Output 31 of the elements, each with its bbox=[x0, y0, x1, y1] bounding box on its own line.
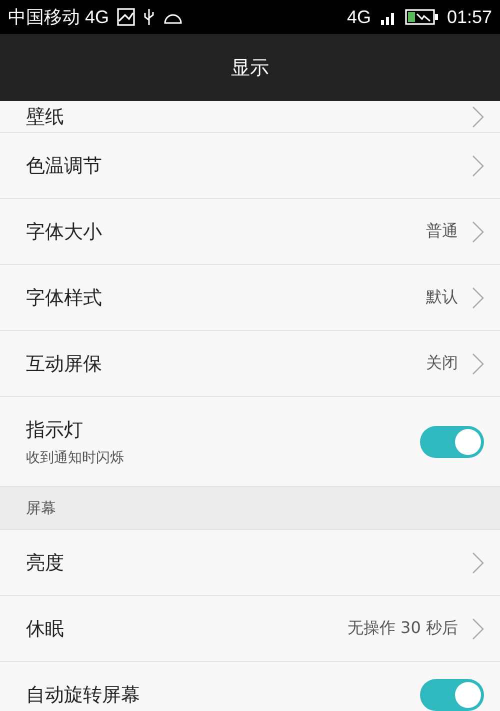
battery-icon bbox=[404, 8, 439, 26]
toggle-switch[interactable] bbox=[420, 678, 484, 710]
clock-text: 01:57 bbox=[446, 6, 492, 28]
network-text: 4G bbox=[346, 6, 371, 28]
chevron-icon bbox=[472, 220, 484, 242]
row-label: 休眠 bbox=[26, 616, 64, 642]
chevron-icon bbox=[472, 286, 484, 308]
row-label: 指示灯 bbox=[26, 418, 84, 442]
section-label: 屏幕 bbox=[26, 498, 56, 518]
row-label: 互动屏保 bbox=[26, 352, 102, 376]
row-value: 普通 bbox=[426, 221, 458, 242]
row-value: 关闭 bbox=[426, 353, 458, 374]
page-title: 显示 bbox=[231, 56, 269, 80]
image-icon bbox=[117, 8, 136, 26]
chevron-icon bbox=[472, 618, 484, 640]
chevron-icon bbox=[472, 154, 484, 176]
row-value: 无操作 30 秒后 bbox=[347, 618, 458, 639]
row-label: 自动旋转屏幕 bbox=[26, 682, 140, 708]
chevron-icon bbox=[472, 552, 484, 574]
row-label: 字体大小 bbox=[26, 220, 102, 244]
carrier-text: 中国移动 4G bbox=[8, 6, 110, 29]
chevron-icon bbox=[472, 106, 484, 128]
row-value: 默认 bbox=[426, 287, 458, 308]
row-label: 亮度 bbox=[26, 550, 64, 576]
toggle-switch[interactable] bbox=[420, 426, 484, 458]
usb-icon bbox=[143, 8, 156, 26]
row-label: 色温调节 bbox=[26, 154, 102, 178]
row-label: 壁纸 bbox=[26, 104, 64, 130]
row-label: 字体样式 bbox=[26, 286, 102, 310]
chevron-icon bbox=[472, 352, 484, 374]
row-subtitle: 收到通知时闪烁 bbox=[26, 448, 124, 466]
